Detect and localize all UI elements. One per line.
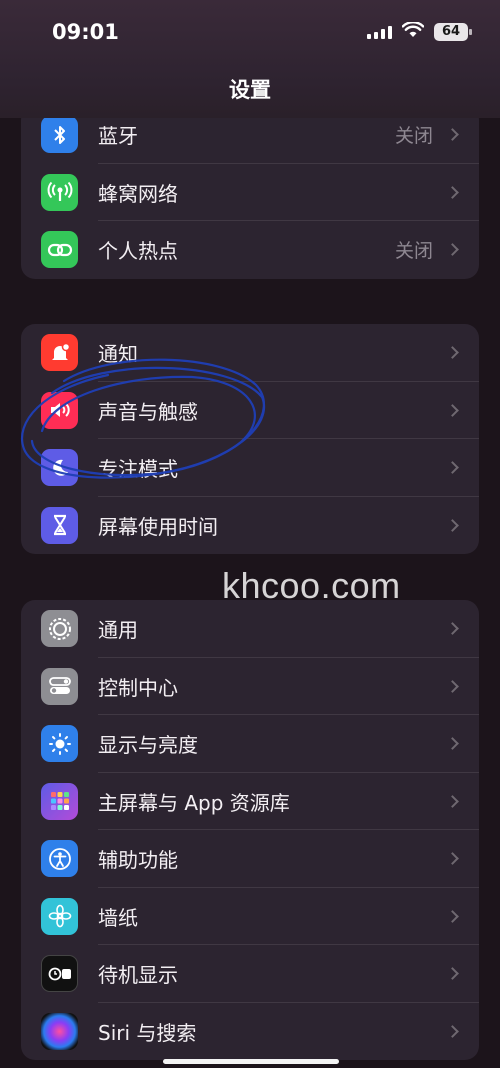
status-time: 09:01	[52, 20, 119, 44]
row-label: 蜂窝网络	[98, 181, 178, 206]
annotation-scribble	[21, 358, 266, 479]
row-label: 通用	[98, 618, 138, 643]
row-label: 蓝牙	[98, 124, 138, 149]
sun-icon	[41, 725, 78, 763]
chevron-right-icon	[446, 461, 459, 475]
chevron-right-icon	[446, 679, 459, 693]
hourglass-icon	[41, 506, 78, 544]
home-indicator[interactable]	[163, 1059, 339, 1064]
wifi-icon	[401, 21, 425, 42]
settings-row-display-brightness[interactable]: 显示与亮度	[21, 715, 479, 773]
app-grid-icon	[41, 782, 78, 820]
row-value: 关闭	[394, 240, 433, 263]
chevron-right-icon	[446, 852, 459, 866]
settings-group-connectivity: 蓝牙 关闭 蜂窝网络 个人热点 关闭	[21, 106, 479, 279]
gear-icon	[41, 610, 78, 648]
chevron-right-icon	[446, 794, 459, 808]
chevron-right-icon	[446, 909, 459, 923]
siri-icon	[41, 1012, 78, 1050]
navigation-header: 09:01 64 设置	[0, 0, 500, 118]
row-label: 墙纸	[98, 905, 138, 930]
settings-row-home-screen[interactable]: 主屏幕与 App 资源库	[21, 773, 479, 830]
row-label: 待机显示	[98, 963, 178, 988]
flower-icon	[41, 897, 78, 935]
settings-row-control-center[interactable]: 控制中心	[21, 658, 479, 715]
settings-row-accessibility[interactable]: 辅助功能	[21, 830, 479, 888]
settings-row-hotspot[interactable]: 个人热点 关闭	[21, 221, 479, 279]
settings-group-general: 通用 控制中心 显示与亮度 主屏幕与 App 资源库 辅助功能 墙纸 待机显示 …	[21, 600, 479, 1060]
row-label: Siri 与搜索	[98, 1020, 197, 1045]
bluetooth-icon	[41, 116, 78, 154]
row-label: 个人热点	[98, 239, 178, 264]
watermark-text: khcoo.com	[222, 565, 401, 606]
settings-row-standby[interactable]: 待机显示	[21, 945, 479, 1003]
status-icons: 64	[367, 21, 472, 42]
page-title: 设置	[229, 78, 271, 102]
row-label: 辅助功能	[98, 848, 178, 873]
chevron-right-icon	[446, 1024, 459, 1038]
chevron-right-icon	[446, 403, 459, 417]
chevron-right-icon	[446, 622, 459, 636]
toggles-icon	[41, 667, 78, 705]
settings-row-general[interactable]: 通用	[21, 600, 479, 658]
row-value: 关闭	[394, 125, 433, 148]
chevron-right-icon	[446, 185, 459, 199]
settings-row-siri[interactable]: Siri 与搜索	[21, 1003, 479, 1061]
chevron-right-icon	[446, 346, 459, 360]
chevron-right-icon	[446, 243, 459, 257]
row-label: 显示与亮度	[98, 733, 198, 758]
hotspot-icon	[41, 231, 78, 269]
accessibility-icon	[41, 840, 78, 878]
row-label: 主屏幕与 App 资源库	[98, 790, 290, 815]
battery-icon: 64	[434, 23, 472, 41]
chevron-right-icon	[446, 128, 459, 142]
cellular-icon	[41, 173, 78, 211]
row-label: 控制中心	[98, 675, 178, 700]
row-label: 屏幕使用时间	[98, 514, 218, 539]
settings-row-cellular[interactable]: 蜂窝网络	[21, 164, 479, 221]
cellular-signal-icon	[367, 25, 392, 39]
settings-row-wallpaper[interactable]: 墙纸	[21, 888, 479, 945]
chevron-right-icon	[446, 518, 459, 532]
settings-row-screen-time[interactable]: 屏幕使用时间	[21, 497, 479, 555]
chevron-right-icon	[446, 967, 459, 981]
chevron-right-icon	[446, 737, 459, 751]
standby-icon	[41, 955, 78, 993]
